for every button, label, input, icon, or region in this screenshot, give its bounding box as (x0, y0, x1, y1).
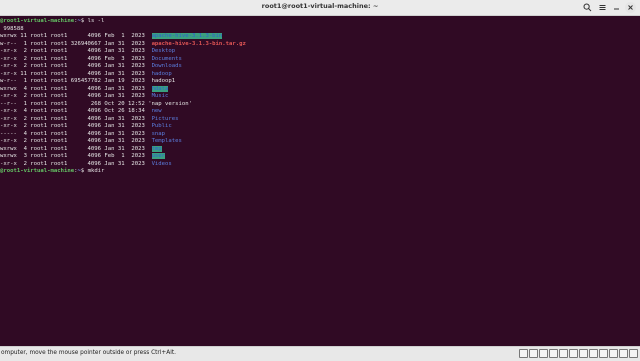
prompt-user-host: @root1-virtual-machine (0, 168, 75, 174)
terminal-text: -xr-x 2 root1 root1 4096 Jan 31 2023 (0, 138, 152, 144)
hdd-icon[interactable] (519, 349, 528, 358)
capture-icon[interactable] (589, 349, 598, 358)
terminal-line: -xr-x 2 root1 root1 4096 Jan 31 2023 Pub… (0, 123, 640, 131)
vm-status-tray (519, 349, 638, 359)
terminal-line: -xr-x 2 root1 root1 4096 Feb 3 2023 Docu… (0, 56, 640, 64)
terminal-text: -xr-x 2 root1 root1 4096 Jan 31 2023 (0, 160, 152, 167)
directory-name: user (151, 153, 166, 159)
terminal-line: -xr-x 2 root1 root1 4096 Jan 31 2023 Mus… (0, 93, 640, 101)
directory-name: Pictures (151, 115, 179, 122)
directory-name: Downloads (151, 63, 182, 69)
terminal-text: -xr-x 2 root1 root1 4096 Jan 31 2023 (0, 63, 152, 69)
display-icon[interactable] (579, 349, 588, 358)
terminal-text: -xr-x 11 root1 root1 4096 Jan 31 2023 (0, 70, 152, 77)
terminal-text: 998588 (0, 25, 24, 32)
directory-name: Documents (151, 55, 182, 62)
terminal-text: -xr-x 4 root1 root1 4096 Oct 26 18:34 (0, 108, 152, 114)
terminal-text: w-r-- 1 root1 root1 326940667 Jan 31 202… (0, 40, 152, 47)
terminal-text: -xr-x 2 root1 root1 4096 Feb 3 2023 (0, 55, 152, 62)
terminal-text: wxrwx 11 root1 root1 4096 Feb 1 2023 (0, 33, 152, 39)
terminal-line: -xr-x 2 root1 root1 4096 Jan 31 2023 Pic… (0, 116, 640, 124)
directory-name: hdata (151, 85, 169, 92)
terminal-line: 998588 (0, 26, 640, 34)
directory-name: tmp (151, 145, 162, 152)
audio-icon[interactable] (539, 349, 548, 358)
terminal-line: @root1-virtual-machine:~$ ls -l (0, 18, 640, 26)
cpu-icon[interactable] (609, 349, 618, 358)
terminal-line: wxrwx 11 root1 root1 4096 Feb 1 2023 apa… (0, 33, 640, 41)
prompt-user-host: @root1-virtual-machine (0, 18, 75, 24)
directory-name: Templates (151, 138, 182, 144)
directory-name: new (151, 108, 162, 114)
directory-name: hadoop (151, 70, 172, 77)
terminal-line: wxrwx 4 root1 root1 4096 Jan 31 2023 tmp (0, 145, 640, 154)
terminal-text: wxrwx 4 root1 root1 4096 Jan 31 2023 (0, 145, 152, 152)
close-icon[interactable] (625, 2, 636, 13)
directory-name: Public (151, 123, 172, 129)
status-message: omputer, move the mouse pointer outside … (1, 350, 176, 356)
terminal-line: wxrwx 4 root1 root1 4096 Jan 31 2023 hda… (0, 85, 640, 94)
terminal-line: -xr-x 2 root1 root1 4096 Jan 31 2023 Vid… (0, 161, 640, 169)
terminal-text: ----- 4 root1 root1 4096 Jan 31 2023 (0, 130, 152, 137)
terminal-text: $ mkdir (80, 168, 105, 174)
terminal-text: w-r-- 1 root1 root1 695457782 Jan 19 202… (0, 78, 152, 84)
terminal-text: $ ls -l (80, 18, 105, 24)
terminal-line: --r-- 1 root1 root1 268 Oct 20 12:52 'na… (0, 101, 640, 109)
terminal-text: -xr-x 2 root1 root1 4096 Jan 31 2023 (0, 115, 152, 122)
terminal-line: @root1-virtual-machine:~$ mkdir (0, 168, 640, 176)
host-key-icon[interactable] (629, 349, 638, 358)
directory-name: Videos (151, 160, 172, 167)
recording-icon[interactable] (599, 349, 608, 358)
terminal-line: w-r-- 1 root1 root1 695457782 Jan 19 202… (0, 78, 640, 86)
terminal-text: --r-- 1 root1 root1 268 Oct 20 12:52 (0, 100, 149, 107)
mouse-integration-icon[interactable] (619, 349, 628, 358)
directory-name: snap (151, 130, 166, 137)
window-titlebar[interactable]: root1@root1-virtual-machine: ~ (0, 0, 640, 16)
terminal-line: w-r-- 1 root1 root1 326940667 Jan 31 202… (0, 41, 640, 49)
terminal-text: hadoop1 (151, 78, 176, 84)
terminal-text: wxrwx 4 root1 root1 4096 Jan 31 2023 (0, 85, 152, 92)
directory-name: Desktop (151, 48, 176, 54)
terminal-output[interactable]: @root1-virtual-machine:~$ ls -l 998588 wx… (0, 18, 640, 345)
terminal-line: wxrwx 3 root1 root1 4096 Feb 1 2023 user (0, 153, 640, 161)
directory-name: Music (151, 93, 169, 99)
vm-status-bar: omputer, move the mouse pointer outside … (0, 346, 640, 361)
terminal-text: 'nap version' (148, 100, 192, 107)
hamburger-menu-icon[interactable] (597, 2, 608, 13)
terminal-text: -xr-x 2 root1 root1 4096 Jan 31 2023 (0, 93, 152, 99)
usb-icon[interactable] (559, 349, 568, 358)
window-title: root1@root1-virtual-machine: ~ (261, 2, 379, 10)
shared-folder-icon[interactable] (569, 349, 578, 358)
archive-file-name: apache-hive-3.1.3-bin.tar.gz (151, 40, 246, 47)
directory-name: apache-hive-3.1.3-bin (151, 33, 223, 39)
optical-drive-icon[interactable] (529, 349, 538, 358)
terminal-text: -xr-x 2 root1 root1 4096 Jan 31 2023 (0, 48, 152, 54)
terminal-text: wxrwx 3 root1 root1 4096 Feb 1 2023 (0, 153, 152, 159)
terminal-line: -xr-x 2 root1 root1 4096 Jan 31 2023 Dow… (0, 63, 640, 71)
terminal-line: ----- 4 root1 root1 4096 Jan 31 2023 sna… (0, 131, 640, 139)
terminal-line: -xr-x 4 root1 root1 4096 Oct 26 18:34 ne… (0, 108, 640, 116)
network-icon[interactable] (549, 349, 558, 358)
terminal-line: -xr-x 2 root1 root1 4096 Jan 31 2023 Tem… (0, 138, 640, 146)
terminal-line: -xr-x 2 root1 root1 4096 Jan 31 2023 Des… (0, 48, 640, 56)
search-icon[interactable] (582, 2, 593, 13)
terminal-text: -xr-x 2 root1 root1 4096 Jan 31 2023 (0, 123, 152, 129)
minimize-icon[interactable] (611, 2, 622, 13)
terminal-line: -xr-x 11 root1 root1 4096 Jan 31 2023 ha… (0, 71, 640, 79)
